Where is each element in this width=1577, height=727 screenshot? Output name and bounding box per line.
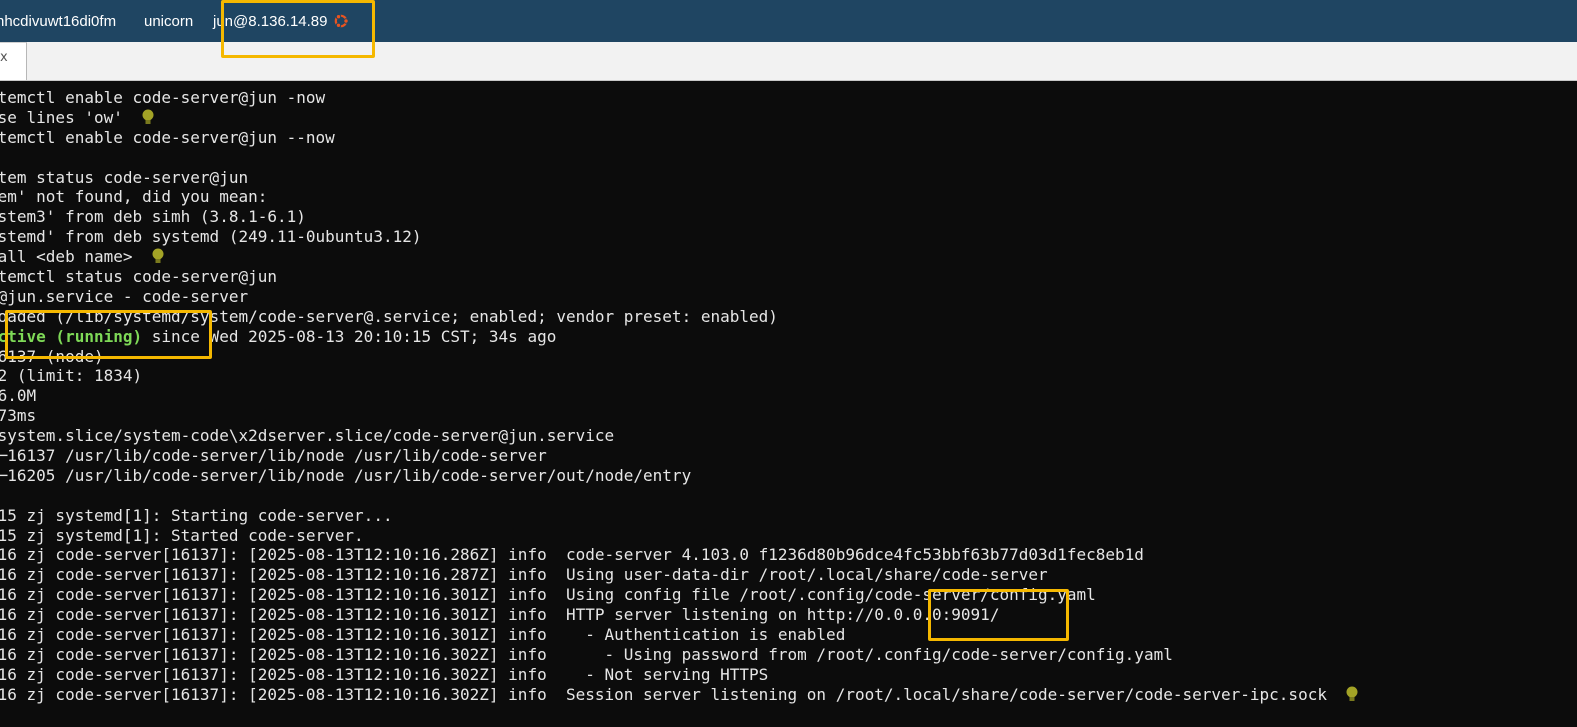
- close-icon[interactable]: x: [0, 51, 8, 65]
- terminal-line-text: /system.slice/system-code\x2dserver.slic…: [0, 426, 615, 446]
- lightbulb-icon[interactable]: [151, 248, 165, 265]
- terminal-line: ystemd' from deb systemd (249.11-0ubuntu…: [0, 227, 1359, 247]
- terminal-line: r@jun.service - code-server: [0, 287, 1359, 307]
- terminal-line-text: ystem3' from deb simh (3.8.1-6.1): [0, 207, 306, 227]
- terminal-line: stemctl enable code-server@jun -now: [0, 88, 1359, 108]
- service-status-active: active (running): [0, 326, 143, 346]
- terminal-line-text: :16 zj code-server[16137]: [2025-08-13T1…: [0, 644, 1173, 664]
- terminal-line-text: 36.0M: [0, 386, 37, 406]
- terminal-line: stemctl enable code-server@jun --now: [0, 128, 1359, 148]
- terminal-line: stem status code-server@jun: [0, 168, 1359, 188]
- terminal-line: 773ms: [0, 406, 1359, 426]
- terminal-line: tem' not found, did you mean:: [0, 187, 1359, 207]
- terminal-line: ├─16137 /usr/lib/code-server/lib/node /u…: [0, 446, 1359, 466]
- terminal-line-text: :15 zj systemd[1]: Starting code-server.…: [0, 505, 393, 525]
- terminal-line-text: stemctl status code-server@jun: [0, 267, 277, 287]
- session-tab-host[interactable]: nhcdivuwt16di0fm: [0, 13, 116, 31]
- terminal-line: :16 zj code-server[16137]: [2025-08-13T1…: [0, 625, 1359, 645]
- terminal-line-text: stem status code-server@jun: [0, 167, 249, 187]
- terminal-line: :16 zj code-server[16137]: [2025-08-13T1…: [0, 605, 1359, 625]
- terminal-line: active (running) since Wed 2025-08-13 20…: [0, 327, 1359, 347]
- terminal-line-text: stemctl enable code-server@jun -now: [0, 88, 326, 107]
- terminal-tab[interactable]: x: [0, 42, 27, 80]
- terminal-line: :16 zj code-server[16137]: [2025-08-13T1…: [0, 645, 1359, 665]
- session-titlebar: nhcdivuwt16di0fm unicorn jun@8.136.14.89: [0, 0, 1577, 42]
- lightbulb-icon[interactable]: [1345, 686, 1359, 703]
- tab-strip: x: [0, 42, 1577, 81]
- terminal-line-text: :16 zj code-server[16137]: [2025-08-13T1…: [0, 625, 846, 645]
- lightbulb-icon[interactable]: [141, 109, 155, 126]
- terminal-line: stemctl status code-server@jun: [0, 267, 1359, 287]
- terminal-line: └─16205 /usr/lib/code-server/lib/node /u…: [0, 466, 1359, 486]
- terminal-line-text: :16 zj code-server[16137]: [2025-08-13T1…: [0, 605, 1000, 625]
- terminal-line-text: tem' not found, did you mean:: [0, 187, 268, 207]
- terminal-line-text: tall <deb name>: [0, 247, 133, 267]
- terminal-lines: stemctl enable code-server@jun -now rse l…: [0, 88, 1359, 705]
- terminal-line: /system.slice/system-code\x2dserver.slic…: [0, 426, 1359, 446]
- terminal-line-text: ystemd' from deb systemd (249.11-0ubuntu…: [0, 227, 422, 247]
- terminal-line-text: stemctl enable code-server@jun --now: [0, 127, 335, 147]
- terminal-line: :15 zj systemd[1]: Starting code-server.…: [0, 506, 1359, 526]
- terminal-line: :16 zj code-server[16137]: [2025-08-13T1…: [0, 545, 1359, 565]
- terminal-window: nhcdivuwt16di0fm unicorn jun@8.136.14.89…: [0, 0, 1577, 727]
- terminal-line-text: :16 zj code-server[16137]: [2025-08-13T1…: [0, 565, 1048, 585]
- terminal-line-text: 16137 (node): [0, 346, 104, 366]
- ubuntu-icon: [334, 14, 349, 29]
- terminal-line-text: r@jun.service - code-server: [0, 286, 249, 306]
- terminal-line-text: :16 zj code-server[16137]: [2025-08-13T1…: [0, 664, 769, 684]
- terminal-line-text: 773ms: [0, 406, 37, 426]
- terminal-line: tall <deb name>: [0, 247, 1359, 267]
- terminal-line: 22 (limit: 1834): [0, 366, 1359, 386]
- terminal-line-text: └─16205 /usr/lib/code-server/lib/node /u…: [0, 465, 692, 485]
- terminal-line-text: ├─16137 /usr/lib/code-server/lib/node /u…: [0, 446, 547, 466]
- terminal-line: rse lines 'ow': [0, 108, 1359, 128]
- session-tab-unicorn[interactable]: unicorn: [144, 13, 193, 31]
- terminal-line: :16 zj code-server[16137]: [2025-08-13T1…: [0, 665, 1359, 685]
- terminal-line-text: rse lines 'ow': [0, 107, 123, 127]
- session-tab-jun[interactable]: jun@8.136.14.89: [213, 13, 328, 31]
- terminal-line: loaded (/lib/systemd/system/code-server@…: [0, 307, 1359, 327]
- status-since: since Wed 2025-08-13 20:10:15 CST; 34s a…: [142, 326, 557, 346]
- terminal-line: 16137 (node): [0, 347, 1359, 367]
- terminal-line-text: :15 zj systemd[1]: Started code-server.: [0, 525, 364, 545]
- terminal-line-text: 22 (limit: 1834): [0, 366, 143, 386]
- terminal-line: :16 zj code-server[16137]: [2025-08-13T1…: [0, 585, 1359, 605]
- terminal-line-text: :16 zj code-server[16137]: [2025-08-13T1…: [0, 545, 1144, 565]
- terminal-line: ystem3' from deb simh (3.8.1-6.1): [0, 207, 1359, 227]
- terminal-line-text: :16 zj code-server[16137]: [2025-08-13T1…: [0, 585, 1096, 605]
- terminal-line: :15 zj systemd[1]: Started code-server.: [0, 526, 1359, 546]
- terminal-output[interactable]: stemctl enable code-server@jun -now rse l…: [0, 81, 1577, 727]
- terminal-line-text: loaded (/lib/systemd/system/code-server@…: [0, 306, 778, 326]
- terminal-line-text: :16 zj code-server[16137]: [2025-08-13T1…: [0, 684, 1327, 704]
- terminal-line: :16 zj code-server[16137]: [2025-08-13T1…: [0, 685, 1359, 705]
- terminal-line: :16 zj code-server[16137]: [2025-08-13T1…: [0, 565, 1359, 585]
- terminal-line: 36.0M: [0, 386, 1359, 406]
